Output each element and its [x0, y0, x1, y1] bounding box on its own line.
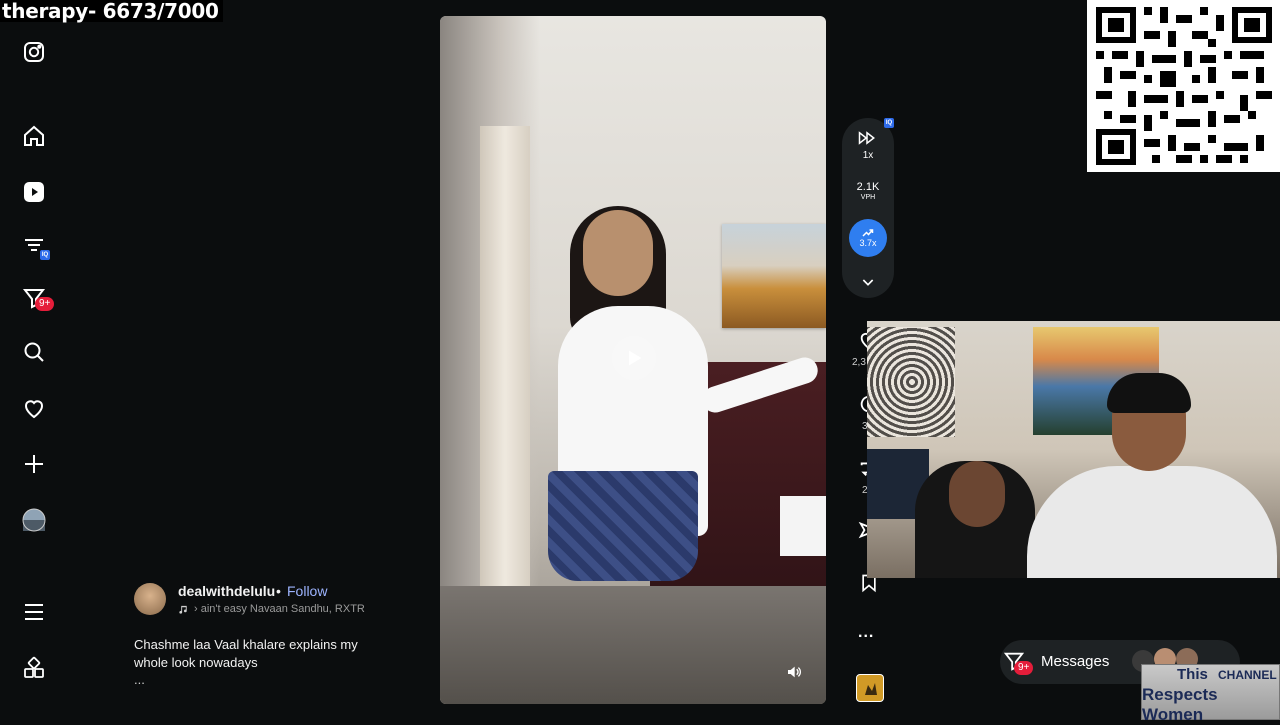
qr-code	[1096, 7, 1272, 165]
follow-separator: •	[276, 583, 281, 599]
instagram-icon[interactable]	[21, 39, 47, 65]
webcam-person-right	[1027, 466, 1277, 578]
video-curtain	[480, 126, 530, 626]
trend-button[interactable]: 3.7x	[849, 219, 887, 257]
fast-forward-icon[interactable]	[858, 130, 878, 148]
music-note-icon	[178, 602, 190, 614]
video-bed	[780, 496, 826, 556]
plus-icon[interactable]	[21, 451, 47, 477]
webcam-person-left-head	[949, 461, 1005, 527]
messages-label: Messages	[1041, 653, 1110, 670]
webcam-overlay	[867, 321, 1280, 578]
heart-icon[interactable]	[21, 395, 47, 421]
search-icon[interactable]	[21, 339, 47, 365]
follow-button[interactable]: Follow	[287, 583, 327, 599]
chevron-down-icon[interactable]	[860, 274, 876, 290]
stream-overlay-title: therapy- 6673/7000	[0, 0, 223, 22]
audio-thumbnail[interactable]	[856, 674, 884, 702]
speed-label[interactable]: 1x	[842, 150, 894, 161]
vph-value: 2.1K	[856, 181, 880, 193]
author-avatar[interactable]	[134, 583, 166, 615]
audio-track-label[interactable]: › ain't easy Navaan Sandhu, RXTR	[194, 603, 394, 615]
vph-label: VPH	[860, 194, 876, 201]
channel-banner-respects: Respects Women	[1142, 685, 1218, 724]
iq-panel-chip: IQ	[884, 118, 894, 128]
play-button[interactable]	[612, 336, 656, 380]
reels-icon[interactable]	[21, 179, 47, 205]
post-caption: Chashme laa Vaal khalare explains my who…	[134, 637, 358, 670]
trend-value: 3.7x	[859, 238, 877, 248]
webcam-tapestry-left	[867, 327, 955, 437]
messages-badge: 9+	[1014, 661, 1034, 675]
video-person-head	[583, 210, 653, 296]
caption-more[interactable]: ...	[134, 672, 145, 687]
author-username[interactable]: dealwithdelulu	[178, 583, 275, 599]
iq-chip: IQ	[40, 250, 50, 260]
video-floor	[440, 586, 826, 704]
filter-badge: 9+	[35, 297, 55, 311]
home-icon[interactable]	[21, 123, 47, 149]
like-count: 2,3	[852, 357, 866, 368]
menu-icon[interactable]	[21, 599, 47, 625]
channel-banner-channel: CHANNEL	[1218, 668, 1277, 682]
channel-banner-this: This	[1177, 666, 1208, 683]
video-painting	[722, 224, 826, 328]
video-person-skirt	[548, 471, 698, 581]
reel-video[interactable]	[440, 16, 826, 704]
volume-icon[interactable]	[786, 664, 806, 684]
profile-avatar[interactable]	[21, 507, 47, 533]
apps-icon[interactable]	[21, 655, 47, 681]
more-options-icon[interactable]: ...	[858, 624, 874, 642]
webcam-person-right-hair	[1107, 373, 1191, 413]
